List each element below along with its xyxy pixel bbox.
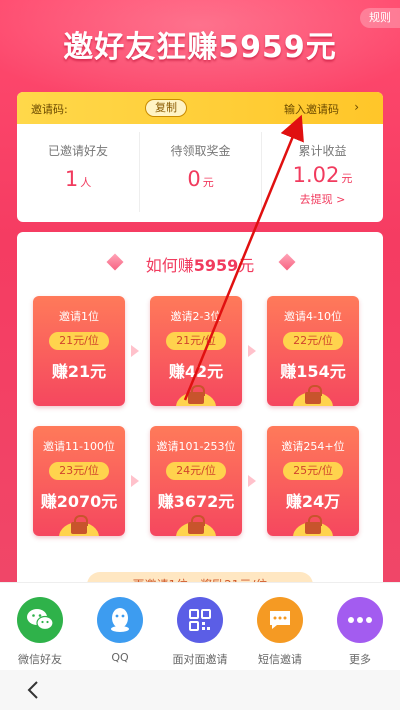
- annotation-arrow: [183, 114, 304, 401]
